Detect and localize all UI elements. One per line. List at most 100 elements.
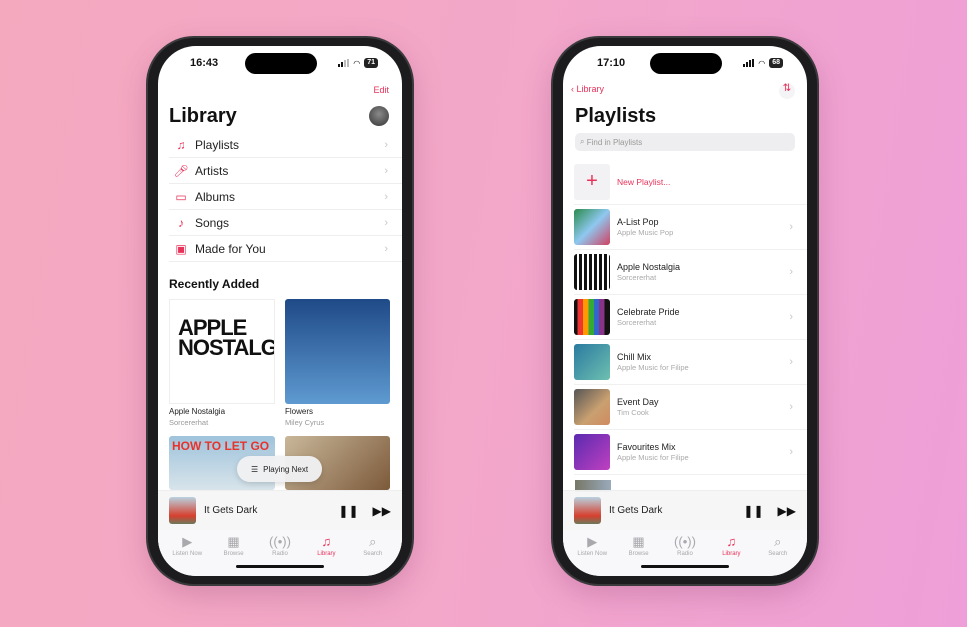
- home-indicator[interactable]: [236, 565, 324, 568]
- playlist-row[interactable]: Apple Nostalgia Sorcererhat ›: [574, 250, 807, 295]
- tab-label: Search: [363, 551, 383, 557]
- tab-radio[interactable]: ((•)) Radio: [258, 530, 302, 576]
- page-title: Playlists: [575, 105, 657, 127]
- now-playing-title: It Gets Dark: [609, 505, 663, 516]
- music-note-icon: ♪: [178, 215, 184, 230]
- tab-browse[interactable]: ▦ Browse: [212, 530, 256, 576]
- edit-button[interactable]: Edit: [373, 85, 389, 95]
- play-circle-icon: ▶: [182, 534, 193, 549]
- chevron-right-icon: ›: [789, 266, 793, 278]
- tab-listen-now[interactable]: ▶ Listen Now: [570, 530, 614, 576]
- person-square-icon: ▣: [175, 241, 187, 256]
- chevron-right-icon: ›: [789, 221, 793, 233]
- sort-icon[interactable]: ⇅: [779, 83, 795, 99]
- playlist-row[interactable]: Event Day Tim Cook ›: [574, 385, 807, 430]
- sidebar-item-artists[interactable]: 🎤︎ Artists ›: [169, 158, 402, 184]
- tab-listen-now[interactable]: ▶ Listen Now: [165, 530, 209, 576]
- sidebar-item-made-for-you[interactable]: ▣ Made for You ›: [169, 236, 402, 262]
- chevron-right-icon: ›: [789, 446, 793, 458]
- pause-icon[interactable]: ❚❚: [338, 504, 358, 518]
- signal-icon: [743, 59, 755, 67]
- sidebar-item-songs[interactable]: ♪ Songs ›: [169, 210, 402, 236]
- playlist-icon: ♫: [176, 137, 186, 152]
- album-art-apple-nostalgia[interactable]: APPLE NOSTALGIA: [169, 299, 275, 404]
- new-playlist-label: New Playlist...: [617, 177, 671, 187]
- chevron-right-icon: ›: [384, 190, 388, 203]
- playlist-row[interactable]: Favourites Mix Apple Music for Filipe ›: [574, 430, 807, 475]
- album-title: Flowers: [285, 407, 314, 416]
- new-playlist-button[interactable]: + New Playlist...: [574, 160, 807, 205]
- menu-label: Songs: [195, 215, 230, 230]
- album-artist: Sorcererhat: [169, 418, 209, 427]
- avatar[interactable]: [369, 106, 389, 126]
- playlist-subtitle: Apple Music for Filipe: [617, 363, 689, 372]
- now-playing-artwork: [169, 497, 196, 524]
- playlist-subtitle: Sorcererhat: [617, 318, 657, 327]
- recently-added-heading: Recently Added: [169, 277, 260, 291]
- wifi-icon: ◠: [353, 58, 361, 68]
- left-phone: 16:43 ◠ 71 Edit Library ♫ Playlists › 🎤︎ Ar…: [148, 38, 412, 584]
- signal-icon: [338, 59, 350, 67]
- tab-label: Browse: [223, 551, 244, 557]
- search-input[interactable]: ⌕ Find in Playlists: [575, 133, 795, 151]
- menu-label: Made for You: [195, 241, 266, 256]
- back-button[interactable]: ‹ Library: [571, 84, 604, 94]
- tab-label: Listen Now: [577, 551, 608, 557]
- now-playing-title: It Gets Dark: [204, 505, 258, 516]
- search-placeholder: Find in Playlists: [586, 137, 643, 147]
- chevron-right-icon: ›: [384, 216, 388, 229]
- tab-radio[interactable]: ((•)) Radio: [663, 530, 707, 576]
- pause-icon[interactable]: ❚❚: [743, 504, 763, 518]
- fast-forward-icon[interactable]: ▶▶: [778, 504, 796, 518]
- wifi-icon: ◠: [758, 58, 766, 68]
- status-icons: ◠ 68: [743, 58, 783, 68]
- mini-player[interactable]: It Gets Dark ❚❚ ▶▶: [563, 490, 807, 530]
- chevron-right-icon: ›: [384, 138, 388, 151]
- tab-search[interactable]: ⌕ Search: [756, 530, 800, 576]
- tab-label: Radio: [272, 551, 288, 557]
- status-time: 16:43: [190, 57, 219, 69]
- search-icon: ⌕: [580, 137, 587, 146]
- playlist-row[interactable]: Celebrate Pride Sorcererhat ›: [574, 295, 807, 340]
- playlist-name: Event Day: [617, 397, 659, 407]
- tab-browse[interactable]: ▦ Browse: [617, 530, 661, 576]
- menu-label: Albums: [195, 189, 236, 204]
- dynamic-island: [245, 53, 317, 74]
- library-icon: ♫: [726, 534, 737, 549]
- chevron-right-icon: ›: [384, 164, 388, 177]
- battery-indicator: 71: [364, 58, 378, 68]
- playing-next-label: Playing Next: [263, 464, 309, 474]
- home-indicator[interactable]: [641, 565, 729, 568]
- grid-icon: ▦: [227, 534, 240, 549]
- radio-icon: ((•)): [269, 534, 291, 549]
- tab-library[interactable]: ♫ Library: [304, 530, 348, 576]
- mini-player[interactable]: It Gets Dark ❚❚ ▶▶: [158, 490, 402, 530]
- search-icon: ⌕: [774, 534, 782, 549]
- library-screen: 16:43 ◠ 71 Edit Library ♫ Playlists › 🎤︎ Ar…: [158, 46, 402, 576]
- playlist-artwork: [574, 209, 610, 245]
- playlist-artwork: [574, 299, 610, 335]
- dynamic-island: [650, 53, 722, 74]
- microphone-icon: 🎤︎: [173, 163, 189, 178]
- radio-icon: ((•)): [674, 534, 696, 549]
- playlist-name: Favourites Mix: [617, 442, 676, 452]
- status-icons: ◠ 71: [338, 58, 378, 68]
- play-circle-icon: ▶: [587, 534, 598, 549]
- tab-search[interactable]: ⌕ Search: [351, 530, 395, 576]
- playlist-row[interactable]: A-List Pop Apple Music Pop ›: [574, 205, 807, 250]
- playlist-artwork: [574, 434, 610, 470]
- playlist-row[interactable]: Chill Mix Apple Music for Filipe ›: [574, 340, 807, 385]
- sidebar-item-playlists[interactable]: ♫ Playlists ›: [169, 132, 402, 158]
- battery-indicator: 68: [769, 58, 783, 68]
- tab-library[interactable]: ♫ Library: [709, 530, 753, 576]
- tab-bar: ▶ Listen Now ▦ Browse ((•)) Radio ♫ Library …: [158, 530, 402, 576]
- album-art-flowers[interactable]: [285, 299, 390, 404]
- back-label: Library: [576, 84, 605, 94]
- tab-bar: ▶ Listen Now ▦ Browse ((•)) Radio ♫ Library …: [563, 530, 807, 576]
- chevron-right-icon: ›: [384, 242, 388, 255]
- playlist-subtitle: Apple Music Pop: [617, 228, 674, 237]
- sidebar-item-albums[interactable]: ▭ Albums ›: [169, 184, 402, 210]
- fast-forward-icon[interactable]: ▶▶: [373, 504, 391, 518]
- tab-label: Radio: [677, 551, 693, 557]
- right-phone: 17:10 ◠ 68 ‹ Library ⇅ Playlists ⌕ Find …: [553, 38, 817, 584]
